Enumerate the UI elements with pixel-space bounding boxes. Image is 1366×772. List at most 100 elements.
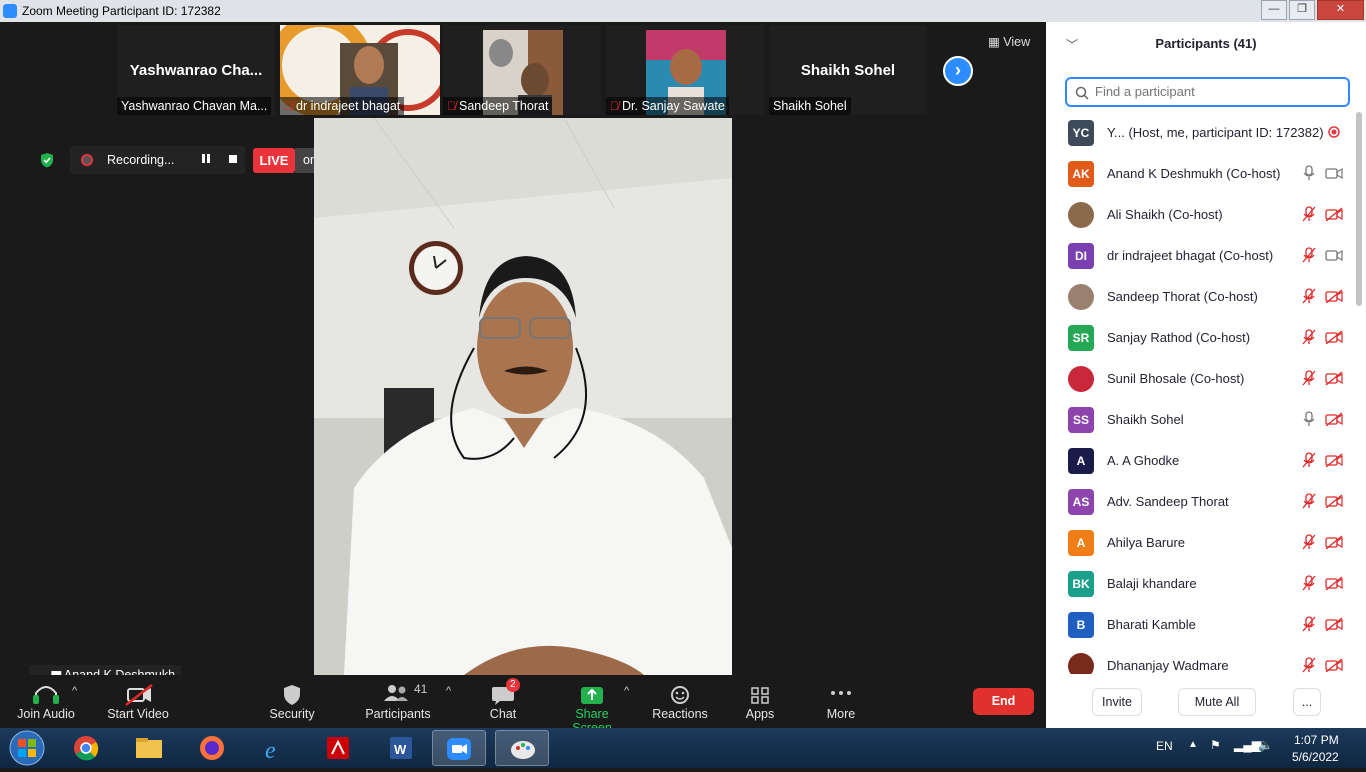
mic-muted-icon[interactable] <box>1302 206 1316 222</box>
mic-muted-icon[interactable] <box>1302 329 1316 345</box>
participants-button[interactable]: 41 Participants <box>358 675 438 728</box>
minimize-button[interactable]: — <box>1261 0 1287 20</box>
video-off-icon[interactable] <box>1325 576 1343 590</box>
participant-search-field[interactable] <box>1065 77 1350 107</box>
mic-icon[interactable] <box>1302 411 1316 427</box>
mic-muted-icon[interactable] <box>1302 493 1316 509</box>
share-screen-button[interactable]: Share Screen <box>554 675 630 735</box>
gallery-tile[interactable]: Shaikh Sohel Shaikh Sohel <box>769 25 927 115</box>
stop-recording-button[interactable] <box>229 155 237 163</box>
gallery-tile[interactable]: 🎙̸ Dr. Sanjay Sawate <box>606 25 764 115</box>
taskbar-ie-icon[interactable]: e <box>248 730 302 766</box>
video-off-icon[interactable] <box>1325 535 1343 549</box>
start-button[interactable] <box>4 728 50 768</box>
participants-list[interactable]: YC Y... (Host, me, participant ID: 172382… <box>1046 112 1356 674</box>
end-meeting-button[interactable]: End <box>973 688 1034 715</box>
network-signal-icon[interactable]: ▂▄▆ <box>1234 738 1261 752</box>
encryption-shield-icon[interactable] <box>39 152 55 168</box>
mic-icon[interactable] <box>1302 165 1316 181</box>
participant-row[interactable]: Ali Shaikh (Co-host) <box>1046 194 1356 235</box>
participants-scrollbar[interactable] <box>1356 112 1362 306</box>
taskbar-acrobat-icon[interactable] <box>311 730 365 766</box>
participant-row[interactable]: Dhananjay Wadmare <box>1046 645 1356 674</box>
clock-time[interactable]: 1:07 PM <box>1294 733 1339 747</box>
taskbar-firefox-icon[interactable] <box>185 730 239 766</box>
close-button[interactable]: ✕ <box>1317 0 1364 20</box>
participant-row[interactable]: AS Adv. Sandeep Thorat <box>1046 481 1356 522</box>
gallery-tile[interactable]: Yashwanrao Cha... Yashwanrao Chavan Ma..… <box>117 25 275 115</box>
participant-name: Adv. Sandeep Thorat <box>1107 494 1229 509</box>
taskbar-explorer-icon[interactable] <box>122 730 176 766</box>
maximize-button[interactable]: ❐ <box>1289 0 1315 20</box>
video-off-icon[interactable] <box>1325 412 1343 426</box>
mic-muted-icon[interactable] <box>1302 575 1316 591</box>
gallery-next-button[interactable]: › <box>943 56 973 86</box>
mic-muted-icon[interactable] <box>1302 288 1316 304</box>
taskbar-word-icon[interactable]: W <box>374 730 428 766</box>
participant-avatar: AK <box>1068 161 1094 187</box>
video-off-icon[interactable] <box>1325 617 1343 631</box>
invite-button[interactable]: Invite <box>1092 688 1142 716</box>
participant-row[interactable]: A Ahilya Barure <box>1046 522 1356 563</box>
mic-muted-icon[interactable] <box>1302 370 1316 386</box>
action-center-flag-icon[interactable]: ⚑ <box>1210 738 1221 752</box>
more-button[interactable]: More <box>805 675 877 728</box>
tile-label: 🎙̸ dr indrajeet bhagat <box>280 97 405 115</box>
audio-options-chevron-icon[interactable]: ^ <box>72 685 77 697</box>
participant-row[interactable]: DI dr indrajeet bhagat (Co-host) <box>1046 235 1356 276</box>
chat-button[interactable]: 2 Chat <box>470 675 536 728</box>
live-badge[interactable]: LIVE <box>253 148 295 173</box>
mic-muted-icon[interactable] <box>1302 534 1316 550</box>
participant-row[interactable]: AK Anand K Deshmukh (Co-host) <box>1046 153 1356 194</box>
reactions-button[interactable]: Reactions <box>644 675 716 728</box>
video-off-icon[interactable] <box>1325 289 1343 303</box>
video-off-icon[interactable] <box>1325 658 1343 672</box>
volume-muted-icon[interactable]: 🔈 <box>1258 738 1273 752</box>
mute-all-button[interactable]: Mute All <box>1178 688 1256 716</box>
mic-muted-icon[interactable] <box>1302 616 1316 632</box>
participant-row[interactable]: SR Sanjay Rathod (Co-host) <box>1046 317 1356 358</box>
participant-row[interactable]: SS Shaikh Sohel <box>1046 399 1356 440</box>
participant-search-input[interactable] <box>1093 83 1347 100</box>
video-off-icon[interactable] <box>1325 207 1343 221</box>
participant-row[interactable]: BK Balaji khandare <box>1046 563 1356 604</box>
gallery-tile[interactable]: 🎙̸ dr indrajeet bhagat <box>280 25 440 115</box>
video-off-icon[interactable] <box>1325 453 1343 467</box>
join-audio-button[interactable]: Join Audio <box>10 675 82 728</box>
taskbar-zoom-icon[interactable] <box>432 730 486 766</box>
participant-row[interactable]: B Bharati Kamble <box>1046 604 1356 645</box>
more-label: More <box>826 707 856 721</box>
participant-name: A. A Ghodke <box>1107 453 1180 468</box>
mic-muted-icon[interactable] <box>1302 247 1316 263</box>
panel-more-button[interactable]: ... <box>1293 688 1321 716</box>
share-options-chevron-icon[interactable]: ^ <box>624 685 629 697</box>
pause-recording-button[interactable] <box>201 154 211 164</box>
video-icon[interactable] <box>1325 248 1343 262</box>
video-off-icon[interactable] <box>1325 330 1343 344</box>
gallery-tile[interactable]: 🎙̸ Sandeep Thorat <box>443 25 601 115</box>
participant-row[interactable]: A A. A Ghodke <box>1046 440 1356 481</box>
video-off-icon[interactable] <box>1325 371 1343 385</box>
view-button[interactable]: ▦ View <box>988 34 1030 49</box>
participant-row[interactable]: Sandeep Thorat (Co-host) <box>1046 276 1356 317</box>
mic-muted-icon[interactable] <box>1302 452 1316 468</box>
taskbar-chrome-icon[interactable] <box>59 730 113 766</box>
participant-row[interactable]: Sunil Bhosale (Co-host) <box>1046 358 1356 399</box>
participants-label: Participants <box>365 707 431 721</box>
start-video-button[interactable]: Start Video <box>102 675 174 728</box>
participant-row[interactable]: YC Y... (Host, me, participant ID: 172382… <box>1046 112 1356 153</box>
recording-status-icon <box>1328 126 1340 138</box>
apps-button[interactable]: Apps <box>724 675 796 728</box>
participants-panel-footer: Invite Mute All ... <box>1046 684 1366 728</box>
mic-muted-icon[interactable] <box>1302 657 1316 673</box>
video-off-icon[interactable] <box>1325 494 1343 508</box>
meeting-toolbar: Join Audio ^ Start Video Security 41 Par… <box>0 675 1046 735</box>
taskbar-paint-icon[interactable] <box>495 730 549 766</box>
participants-options-chevron-icon[interactable]: ^ <box>446 685 451 697</box>
security-button[interactable]: Security <box>256 675 328 728</box>
show-hidden-icons-button[interactable]: ▲ <box>1188 739 1198 750</box>
clock-date[interactable]: 5/6/2022 <box>1292 750 1339 764</box>
video-icon[interactable] <box>1325 166 1343 180</box>
meeting-stage: Yashwanrao Cha... Yashwanrao Chavan Ma..… <box>0 22 1046 728</box>
input-language[interactable]: EN <box>1156 739 1173 753</box>
